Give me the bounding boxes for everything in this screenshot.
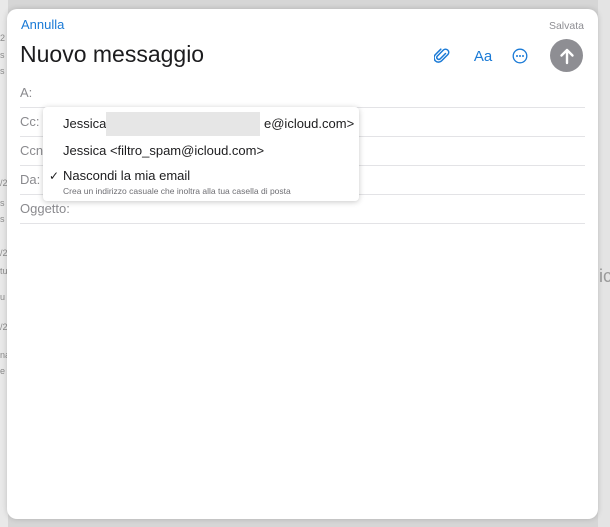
- to-field: A:: [20, 78, 585, 108]
- arrow-up-icon: [559, 48, 574, 64]
- compose-sheet: Annulla Salvata Nuovo messaggio Aa A: Cc…: [7, 9, 598, 519]
- subject-label: Oggetto:: [20, 201, 70, 216]
- option-label: Nascondi la mia email: [63, 168, 191, 183]
- from-option-icloud[interactable]: Jessica e@icloud.com>: [43, 107, 359, 136]
- option-name: Jessica: [63, 116, 107, 131]
- format-button[interactable]: Aa: [471, 45, 495, 67]
- attach-button[interactable]: [431, 45, 453, 67]
- redacted-address: [106, 112, 260, 136]
- option-label: Jessica <filtro_spam@icloud.com>: [63, 143, 265, 158]
- to-input[interactable]: [70, 78, 585, 107]
- option-address: e@icloud.com>: [264, 116, 355, 131]
- checkmark-icon: ✓: [49, 169, 60, 183]
- paperclip-icon: [434, 48, 450, 63]
- send-button[interactable]: [550, 39, 583, 72]
- from-option-spam-filter[interactable]: Jessica <filtro_spam@icloud.com>: [43, 136, 359, 164]
- from-address-menu: Jessica e@icloud.com> Jessica <filtro_sp…: [43, 107, 359, 201]
- background-content: ic: [598, 0, 610, 527]
- cancel-button[interactable]: Annulla: [21, 17, 64, 32]
- from-label: Da:: [20, 172, 41, 187]
- from-option-hide-my-email[interactable]: ✓ Nascondi la mia email Crea un indirizz…: [43, 164, 359, 201]
- more-icon: [512, 48, 528, 64]
- cc-label: Cc:: [20, 114, 40, 129]
- page-title: Nuovo messaggio: [20, 41, 205, 67]
- to-label: A:: [20, 85, 33, 100]
- saved-status: Salvata: [548, 20, 584, 32]
- option-description: Crea un indirizzo casuale che inoltra al…: [63, 186, 291, 196]
- option-content: ✓ Nascondi la mia email Crea un indirizz…: [43, 168, 359, 198]
- more-button[interactable]: [510, 45, 530, 67]
